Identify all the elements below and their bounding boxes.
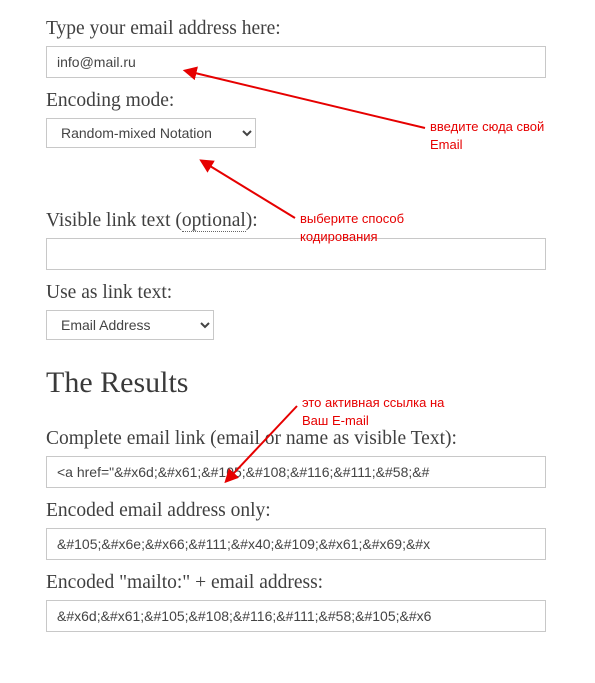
label-visible-text: Visible link text (optional): [46,210,549,232]
page: Type your email address here: Encoding m… [0,0,595,683]
label-email: Type your email address here: [46,18,549,40]
label-use-as: Use as link text: [46,282,549,304]
email-input[interactable] [46,46,546,78]
visible-text-input[interactable] [46,238,546,270]
label-visible-pre: Visible link text ( [46,210,182,231]
results-heading: The Results [46,366,549,400]
encoded-addr-output[interactable] [46,528,546,560]
label-encoded-addr: Encoded email address only: [46,500,549,522]
encoding-select[interactable]: Random-mixed Notation [46,118,256,148]
label-visible-post: ): [246,210,258,231]
use-as-select[interactable]: Email Address [46,310,214,340]
complete-link-output[interactable] [46,456,546,488]
label-complete-link: Complete email link (email or name as vi… [46,428,549,450]
label-optional: optional [182,210,246,232]
label-encoding: Encoding mode: [46,90,549,112]
encoded-mailto-output[interactable] [46,600,546,632]
label-encoded-mailto: Encoded "mailto:" + email address: [46,572,549,594]
